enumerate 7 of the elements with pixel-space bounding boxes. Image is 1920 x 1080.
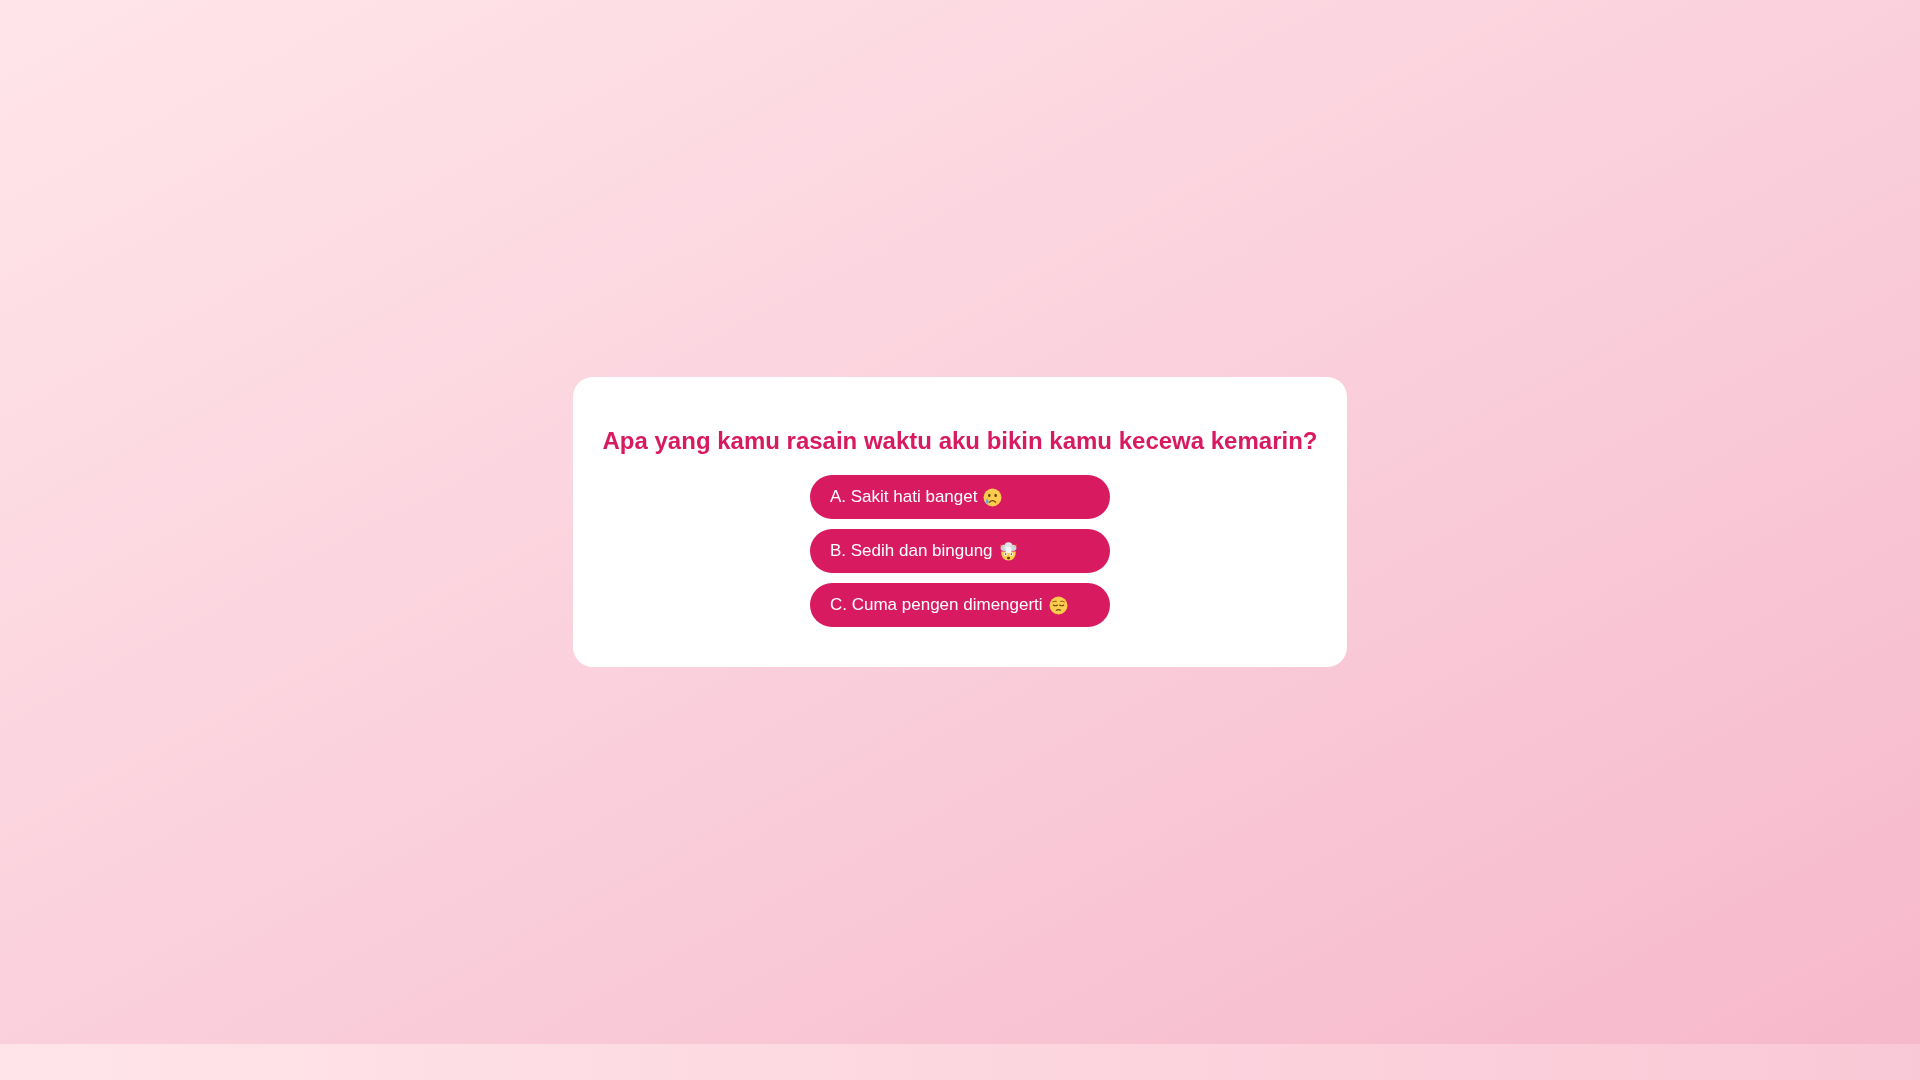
exploding-head-icon — [998, 541, 1018, 561]
crying-face-icon — [983, 487, 1003, 507]
answer-option-button[interactable]: C. Cuma pengen dimengerti — [810, 583, 1110, 627]
question-title: Apa yang kamu rasain waktu aku bikin kamu kecewa kemarin? — [602, 426, 1318, 456]
answer-option-button[interactable]: B. Sedih dan bingung — [810, 529, 1110, 573]
pensive-face-icon — [1048, 595, 1068, 615]
answer-option-button[interactable]: A. Sakit hati banget — [810, 475, 1110, 519]
